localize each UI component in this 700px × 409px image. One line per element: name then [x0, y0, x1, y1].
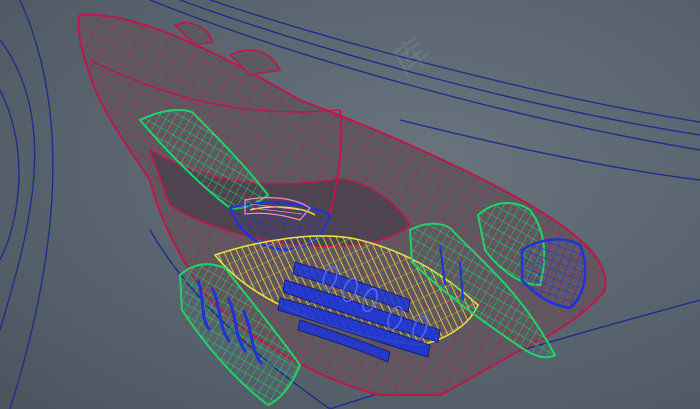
viewport-canvas[interactable] [0, 0, 700, 409]
3d-viewport[interactable]: 库 [0, 0, 700, 409]
curve-4 [0, 39, 36, 331]
curve-6 [0, 89, 20, 261]
